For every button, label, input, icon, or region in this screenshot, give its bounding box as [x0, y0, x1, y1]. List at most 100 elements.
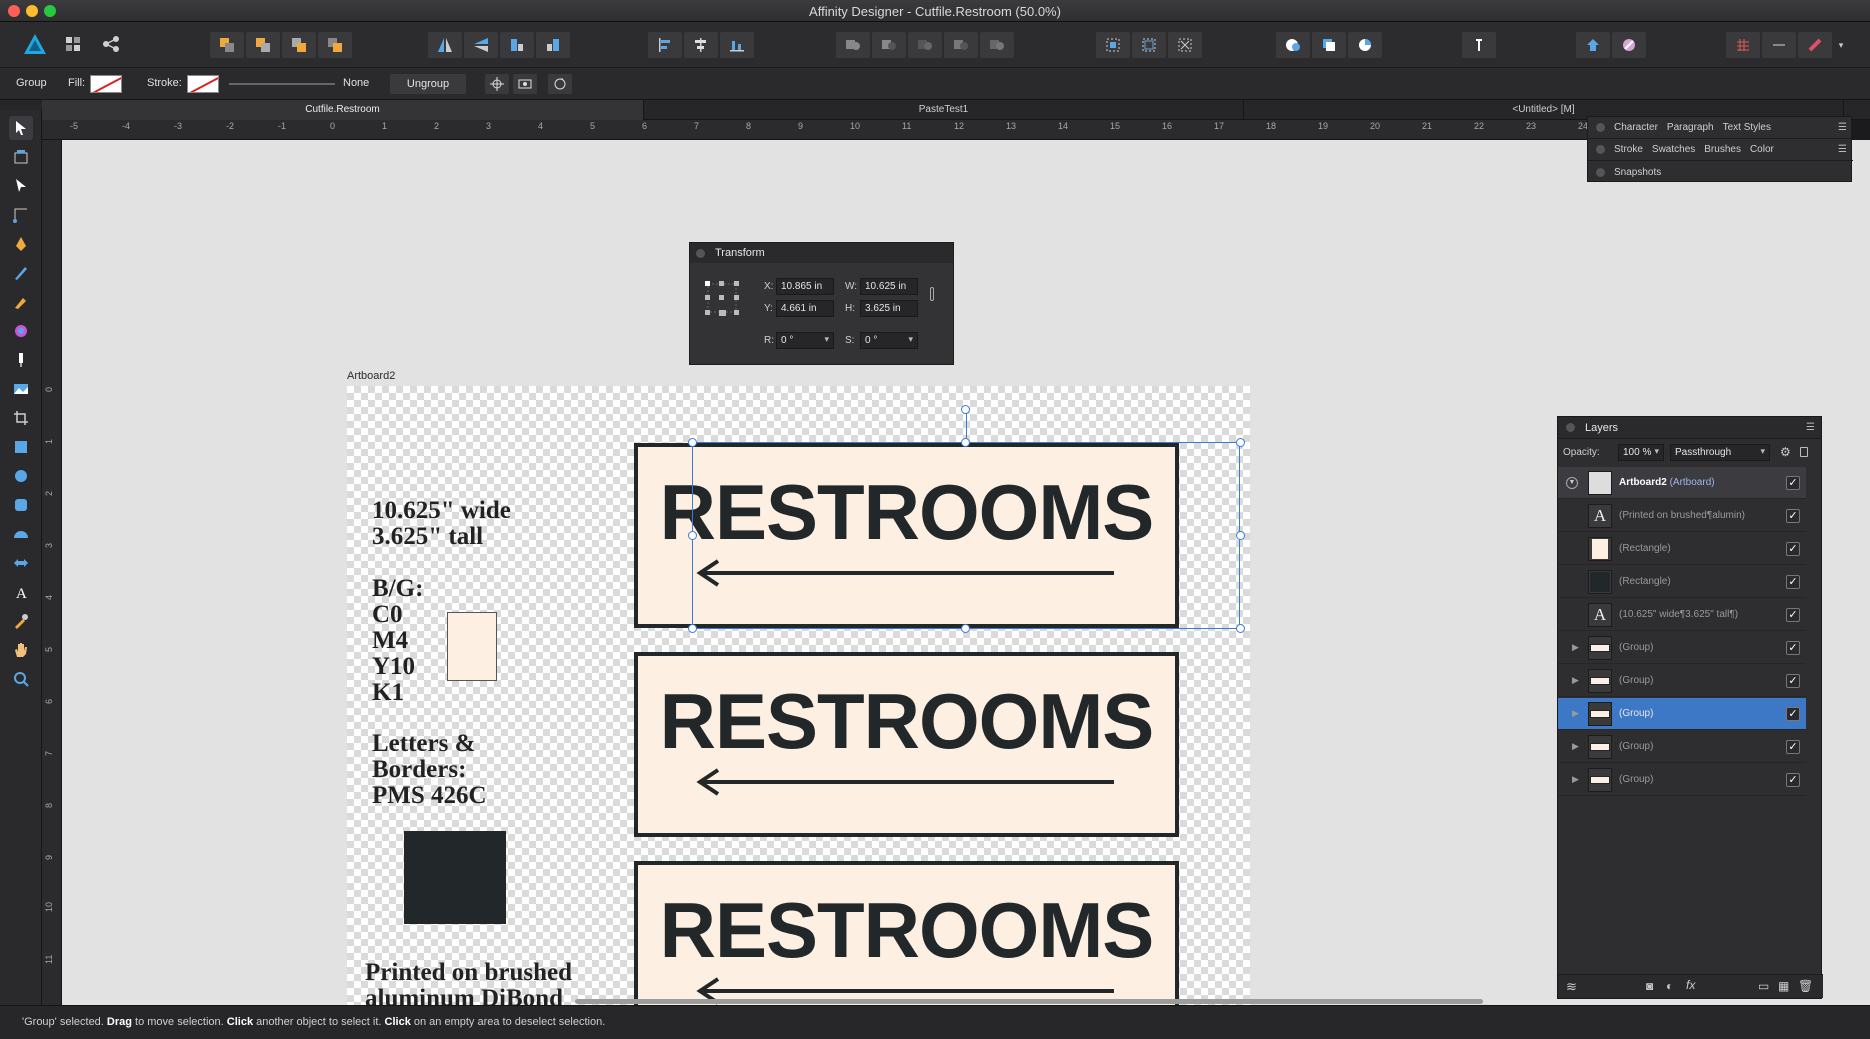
visibility-checkbox[interactable]: ✓ [1786, 707, 1800, 721]
tab-pastetest1[interactable]: PasteTest1 [644, 100, 1244, 120]
fill-swatch[interactable] [90, 75, 122, 93]
restroom-sign[interactable]: RESTROOMS [634, 443, 1179, 628]
resize-handle-right[interactable] [1236, 531, 1245, 540]
zoom-tool-icon[interactable] [9, 667, 33, 691]
vertical-ruler[interactable]: 0123456789101112 [42, 140, 62, 1005]
insert-behind-icon[interactable] [1312, 32, 1346, 58]
effects-icon[interactable]: fx [1686, 978, 1695, 992]
tab-text-styles[interactable]: Text Styles [1723, 122, 1771, 133]
fill-tool-icon[interactable] [9, 319, 33, 343]
corner-tool-icon[interactable] [9, 203, 33, 227]
arrange-backward-icon[interactable] [246, 32, 280, 58]
tab-brushes[interactable]: Brushes [1704, 144, 1741, 155]
resize-handle-bottom[interactable] [961, 624, 970, 633]
artistic-text-tool-icon[interactable]: A [9, 580, 33, 604]
tab-stroke[interactable]: Stroke [1614, 144, 1643, 155]
hand-tool-icon[interactable] [9, 638, 33, 662]
rotate-cw-icon[interactable] [536, 32, 570, 58]
insert-inside-icon[interactable] [1276, 32, 1310, 58]
h-field[interactable]: 3.625 in [860, 300, 918, 317]
layer-row[interactable]: A (10.625" wide¶3.625" tall¶) ✓ [1558, 599, 1806, 631]
artboard-label[interactable]: Artboard2 [347, 370, 395, 382]
shear-field[interactable]: 0 ° [860, 332, 918, 349]
anchor-point-selector[interactable] [704, 280, 740, 316]
visibility-checkbox[interactable]: ✓ [1786, 542, 1800, 556]
close-panel-icon[interactable] [1596, 167, 1605, 177]
boolean-xor-icon[interactable] [944, 32, 978, 58]
pen-tool-icon[interactable] [9, 232, 33, 256]
layer-row[interactable]: ▶ (Group) ✓ [1558, 764, 1806, 796]
close-panel-icon[interactable] [1566, 423, 1575, 432]
collapse-icon[interactable]: ▼ [1566, 477, 1578, 489]
snapping-magnet-icon[interactable] [1798, 32, 1832, 58]
ungroup-button[interactable]: Ungroup [390, 74, 466, 94]
tab-character[interactable]: Character [1614, 122, 1658, 133]
rotate-ccw-icon[interactable] [500, 32, 534, 58]
crop-tool-icon[interactable] [9, 406, 33, 430]
resize-handle-left[interactable] [688, 531, 697, 540]
link-aspect-icon[interactable] [930, 287, 934, 301]
layer-row[interactable]: (Rectangle) ✓ [1558, 566, 1806, 598]
tab-cutfile-restroom[interactable]: Cutfile.Restroom [42, 100, 644, 120]
bg-color-spec-text[interactable]: B/G: C0 M4 Y10 K1 [372, 576, 423, 706]
boolean-subtract-icon[interactable] [872, 32, 906, 58]
shape-tool-icon[interactable] [9, 522, 33, 546]
add-mask-icon[interactable]: ◙ [1646, 979, 1653, 993]
chevron-down-icon[interactable]: ▾ [1834, 32, 1848, 58]
close-panel-icon[interactable] [1596, 145, 1605, 154]
lock-icon[interactable] [1800, 447, 1808, 457]
boolean-intersect-icon[interactable] [908, 32, 942, 58]
snap-bbox-icon[interactable] [1132, 32, 1166, 58]
printed-spec-text[interactable]: Printed on brushed aluminum DiBond [365, 960, 572, 1006]
expand-icon[interactable]: ▶ [1572, 675, 1579, 686]
visibility-checkbox[interactable]: ✓ [1786, 476, 1800, 490]
blend-mode-select[interactable]: Passthrough [1670, 444, 1770, 461]
arrow-shape-tool-icon[interactable] [9, 551, 33, 575]
tab-snapshots[interactable]: Snapshots [1614, 167, 1661, 178]
opacity-field[interactable]: 100 % [1618, 444, 1664, 461]
layer-row[interactable]: A (Printed on brushed¶alumin) ✓ [1558, 500, 1806, 532]
w-field[interactable]: 10.625 in [860, 278, 918, 295]
expand-icon[interactable]: ▶ [1572, 774, 1579, 785]
bg-color-swatch[interactable] [447, 612, 497, 681]
restroom-sign[interactable]: RESTROOMS [634, 652, 1179, 837]
resize-handle-bottom-right[interactable] [1236, 624, 1245, 633]
visibility-checkbox[interactable]: ✓ [1786, 575, 1800, 589]
assistant-icon[interactable] [1576, 32, 1610, 58]
layers-panel-header[interactable]: Layers ☰ [1558, 417, 1821, 439]
layer-row[interactable]: (Rectangle) ✓ [1558, 533, 1806, 565]
layer-row[interactable]: ▶ (Group) ✓ [1558, 665, 1806, 697]
restroom-sign[interactable]: RESTROOMS [634, 861, 1179, 1005]
panel-menu-icon[interactable]: ☰ [1838, 122, 1847, 133]
affinity-designer-logo-icon[interactable] [22, 30, 48, 58]
resize-handle-top[interactable] [961, 438, 970, 447]
visibility-checkbox[interactable]: ✓ [1786, 773, 1800, 787]
visibility-checkbox[interactable]: ✓ [1786, 509, 1800, 523]
horizontal-ruler[interactable]: -5 -4 -3 -2 -1 0 1 2 3 4 5 6 7 8 9 10 11 12 13 14 15 16 17 18 19… [42, 120, 1594, 140]
boolean-divide-icon[interactable] [980, 32, 1014, 58]
node-tool-icon[interactable] [9, 174, 33, 198]
expand-icon[interactable]: ▶ [1572, 708, 1579, 719]
expand-icon[interactable]: ▶ [1572, 642, 1579, 653]
y-field[interactable]: 4.661 in [776, 300, 834, 317]
transform-origin-icon[interactable] [485, 74, 509, 94]
panel-menu-icon[interactable]: ☰ [1838, 144, 1847, 155]
tab-swatches[interactable]: Swatches [1652, 144, 1695, 155]
grid-icon[interactable] [1726, 32, 1760, 58]
tab-paragraph[interactable]: Paragraph [1667, 122, 1714, 133]
rounded-rectangle-tool-icon[interactable] [9, 493, 33, 517]
artboard-tool-icon[interactable] [9, 145, 33, 169]
align-center-icon[interactable] [684, 32, 718, 58]
rotation-handle[interactable] [961, 405, 970, 414]
visibility-checkbox[interactable]: ✓ [1786, 608, 1800, 622]
visibility-checkbox[interactable]: ✓ [1786, 674, 1800, 688]
boolean-add-icon[interactable] [836, 32, 870, 58]
artboard[interactable]: 10.625" wide 3.625" tall B/G: C0 M4 Y10 … [347, 386, 1250, 1005]
pencil-tool-icon[interactable] [9, 261, 33, 285]
arrange-forward-icon[interactable] [282, 32, 316, 58]
rectangle-tool-icon[interactable] [9, 435, 33, 459]
place-image-tool-icon[interactable] [9, 377, 33, 401]
layer-row[interactable]: ▶ (Group) ✓ [1558, 632, 1806, 664]
close-panel-icon[interactable] [696, 248, 705, 258]
insert-front-icon[interactable] [1348, 32, 1382, 58]
